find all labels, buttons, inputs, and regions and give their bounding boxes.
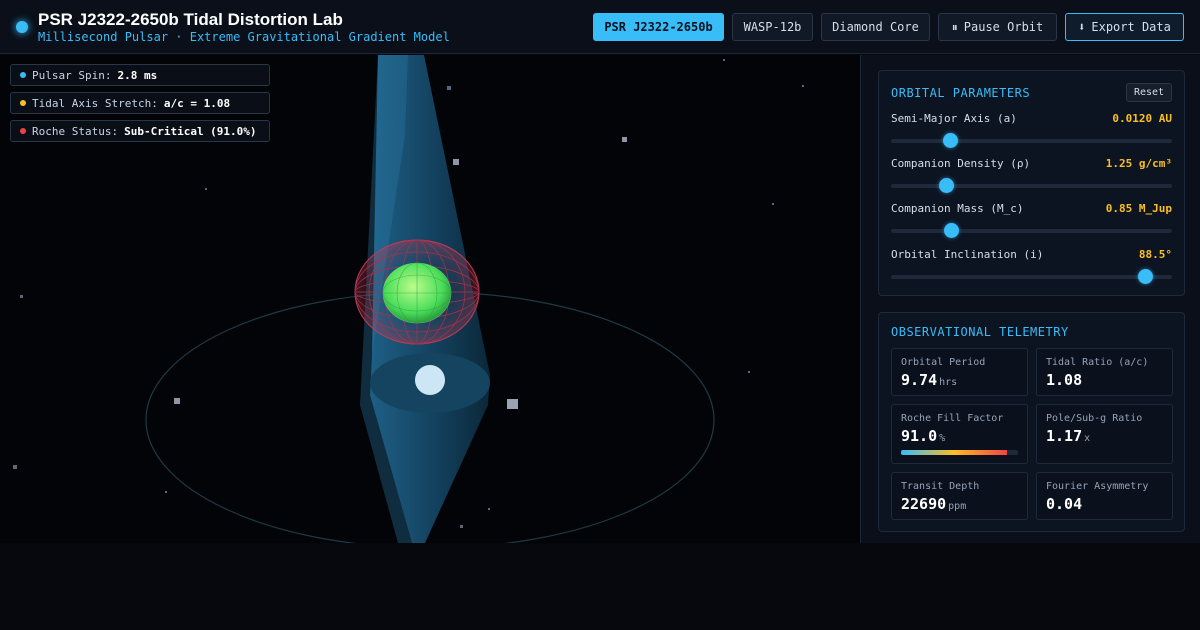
roche-status-value: Sub-Critical (91.0%) [124, 124, 257, 138]
telemetry-fourier-asymmetry: Fourier Asymmetry 0.04 [1036, 472, 1173, 520]
target-psr-button[interactable]: PSR J2322-2650b [593, 13, 724, 41]
roche-fill-gauge [901, 450, 1018, 455]
orbital-inclination-slider[interactable] [891, 269, 1172, 284]
param-semi-major-axis: Semi-Major Axis (a) 0.0120 AU [891, 112, 1172, 148]
param-value: 0.85 M_Jup [1105, 202, 1172, 215]
telemetry-value: 1.08 [1046, 371, 1083, 389]
roche-status-dot [20, 128, 26, 134]
page-footer-area [0, 543, 1200, 630]
telemetry-transit-depth: Transit Depth 22690 ppm [891, 472, 1028, 520]
param-companion-mass: Companion Mass (M_c) 0.85 M_Jup [891, 202, 1172, 238]
pulsar-star [415, 365, 445, 395]
roche-status-badge: Roche Status: Sub-Critical (91.0%) [10, 120, 270, 142]
param-orbital-inclination: Orbital Inclination (i) 88.5° [891, 248, 1172, 284]
orbital-parameters-card: ORBITAL PARAMETERS Reset Semi-Major Axis… [878, 70, 1185, 296]
param-value: 1.25 g/cm³ [1105, 157, 1172, 170]
param-value: 88.5° [1138, 248, 1172, 261]
telemetry-label: Pole/Sub-g Ratio [1046, 413, 1143, 424]
reset-button[interactable]: Reset [1126, 83, 1172, 102]
telemetry-label: Fourier Asymmetry [1046, 481, 1149, 492]
telemetry-value: 22690 ppm [901, 495, 967, 513]
target-wasp-label: WASP-12b [743, 20, 802, 34]
telemetry-tidal-ratio: Tidal Ratio (a/c) 1.08 [1036, 348, 1173, 396]
roche-fill-bar [901, 450, 1008, 455]
target-psr-label: PSR J2322-2650b [604, 20, 713, 34]
app-subtitle: Millisecond Pulsar · Extreme Gravitation… [38, 30, 450, 44]
slider-thumb[interactable] [1138, 269, 1154, 284]
companion-planet [382, 262, 452, 324]
telemetry-title: OBSERVATIONAL TELEMETRY [891, 325, 1069, 339]
telemetry-label: Tidal Ratio (a/c) [1046, 357, 1149, 368]
stretch-status-dot [20, 100, 26, 106]
param-value: 0.0120 AU [1112, 112, 1172, 125]
control-panel: ORBITAL PARAMETERS Reset Semi-Major Axis… [860, 55, 1200, 543]
telemetry-label: Orbital Period [901, 357, 986, 368]
tidal-stretch-label: Tidal Axis Stretch: [32, 96, 158, 110]
pulsar-spin-value: 2.8 ms [117, 68, 158, 82]
telemetry-value: 1.17 x [1046, 427, 1091, 445]
telemetry-orbital-period: Orbital Period 9.74 hrs [891, 348, 1028, 396]
param-label: Companion Mass (M_c) [891, 202, 1024, 215]
telemetry-roche-fill: Roche Fill Factor 91.0% [891, 404, 1028, 464]
pulsar-logo-icon [16, 21, 28, 33]
param-companion-density: Companion Density (ρ) 1.25 g/cm³ [891, 157, 1172, 193]
telemetry-value: 9.74 hrs [901, 371, 958, 389]
companion-mass-slider[interactable] [891, 223, 1172, 238]
app-header: PSR J2322-2650b Tidal Distortion Lab Mil… [0, 0, 1200, 54]
companion-density-slider[interactable] [891, 178, 1172, 193]
export-data-label: Export Data [1091, 20, 1171, 34]
telemetry-pole-ratio: Pole/Sub-g Ratio 1.17 x [1036, 404, 1173, 464]
pulsar-spin-badge: Pulsar Spin: 2.8 ms [10, 64, 270, 86]
pause-icon: ⏸ [951, 19, 958, 34]
pause-orbit-label: Pause Orbit [963, 20, 1044, 34]
slider-thumb[interactable] [944, 223, 960, 238]
download-icon: ⬇ [1078, 20, 1086, 34]
app-title: PSR J2322-2650b Tidal Distortion Lab [38, 10, 343, 29]
param-label: Semi-Major Axis (a) [891, 112, 1017, 125]
target-diamond-label: Diamond Core [832, 20, 919, 34]
target-diamond-button[interactable]: Diamond Core [821, 13, 930, 41]
semi-major-axis-slider[interactable] [891, 133, 1172, 148]
telemetry-value: 91.0% [901, 427, 946, 445]
target-wasp-button[interactable]: WASP-12b [732, 13, 813, 41]
pause-orbit-button[interactable]: ⏸ Pause Orbit [938, 13, 1057, 41]
roche-status-label: Roche Status: [32, 124, 119, 138]
telemetry-card: OBSERVATIONAL TELEMETRY Orbital Period 9… [878, 312, 1185, 532]
param-label: Orbital Inclination (i) [891, 248, 1044, 261]
telemetry-value: 0.04 [1046, 495, 1083, 513]
slider-thumb[interactable] [943, 133, 958, 148]
slider-thumb[interactable] [938, 178, 954, 193]
telemetry-label: Roche Fill Factor [901, 413, 1004, 424]
tidal-stretch-badge: Tidal Axis Stretch: a/c = 1.08 [10, 92, 270, 114]
simulation-viewport[interactable]: Pulsar Spin: 2.8 ms Tidal Axis Stretch: … [0, 55, 860, 543]
orbital-parameters-title: ORBITAL PARAMETERS [891, 86, 1031, 100]
param-label: Companion Density (ρ) [891, 157, 1031, 170]
tidal-stretch-value: a/c = 1.08 [163, 96, 231, 110]
spin-status-dot [20, 72, 26, 78]
telemetry-label: Transit Depth [901, 481, 980, 492]
pulsar-spin-label: Pulsar Spin: [32, 68, 112, 82]
export-data-button[interactable]: ⬇ Export Data [1065, 13, 1184, 41]
